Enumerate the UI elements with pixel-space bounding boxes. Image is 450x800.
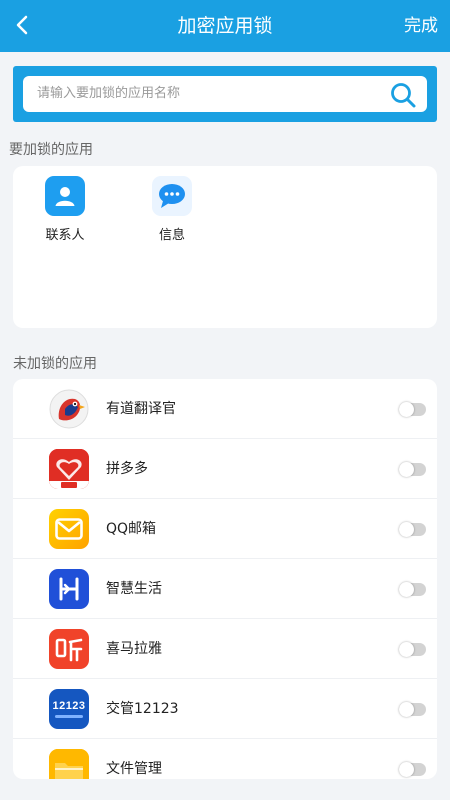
search-input[interactable]: 请输入要加锁的应用名称 bbox=[23, 76, 427, 112]
icon-stripe bbox=[55, 715, 83, 718]
messages-icon bbox=[152, 176, 192, 216]
locked-app-contacts[interactable]: 联系人 bbox=[35, 176, 95, 243]
app-row-smart-life: 智慧生活 bbox=[13, 559, 437, 619]
app-name: 联系人 bbox=[45, 228, 85, 243]
pinduoduo-icon bbox=[49, 449, 89, 489]
app-row-pinduoduo: 拼多多 bbox=[13, 439, 437, 499]
app-name: QQ邮箱 bbox=[106, 521, 157, 537]
app-row-ximalaya: 喜马拉雅 bbox=[13, 619, 437, 679]
toggle-knob bbox=[399, 522, 414, 537]
locked-app-messages[interactable]: 信息 bbox=[142, 176, 202, 243]
lock-toggle[interactable] bbox=[399, 402, 426, 417]
unlocked-apps-card: 有道翻译官 拼多多 QQ邮箱 智慧生活 喜马拉雅 12123 交管12123 文… bbox=[13, 379, 437, 779]
done-button[interactable]: 完成 bbox=[404, 0, 438, 52]
toggle-knob bbox=[399, 642, 414, 657]
app-name: 交管12123 bbox=[106, 701, 179, 717]
lock-toggle[interactable] bbox=[399, 702, 426, 717]
app-row-file-manager: 文件管理 bbox=[13, 739, 437, 779]
lock-toggle[interactable] bbox=[399, 642, 426, 657]
ximalaya-icon bbox=[49, 629, 89, 669]
app-row-qq-mail: QQ邮箱 bbox=[13, 499, 437, 559]
locked-apps-card: 联系人 信息 bbox=[13, 166, 437, 328]
lock-toggle[interactable] bbox=[399, 582, 426, 597]
unlocked-section-label: 未加锁的应用 bbox=[13, 356, 97, 372]
toggle-knob bbox=[399, 462, 414, 477]
toggle-knob bbox=[399, 402, 414, 417]
lock-toggle[interactable] bbox=[399, 462, 426, 477]
app-name: 有道翻译官 bbox=[106, 401, 176, 417]
app-row-youdao: 有道翻译官 bbox=[13, 379, 437, 439]
toggle-knob bbox=[399, 582, 414, 597]
lock-toggle[interactable] bbox=[399, 762, 426, 777]
contacts-icon bbox=[45, 176, 85, 216]
app-name: 喜马拉雅 bbox=[106, 641, 162, 657]
app-name: 智慧生活 bbox=[106, 581, 162, 597]
qq-mail-icon bbox=[49, 509, 89, 549]
locked-section-label: 要加锁的应用 bbox=[9, 142, 93, 158]
app-name: 拼多多 bbox=[106, 461, 148, 477]
search-icon[interactable] bbox=[389, 81, 417, 109]
toggle-knob bbox=[399, 702, 414, 717]
file-manager-icon bbox=[49, 749, 89, 779]
app-row-traffic-12123: 12123 交管12123 bbox=[13, 679, 437, 739]
top-bar: 加密应用锁 完成 bbox=[0, 0, 450, 52]
smart-life-icon bbox=[49, 569, 89, 609]
icon-label: 12123 bbox=[52, 700, 86, 712]
search-placeholder: 请输入要加锁的应用名称 bbox=[37, 86, 181, 101]
lock-toggle[interactable] bbox=[399, 522, 426, 537]
search-bar: 请输入要加锁的应用名称 bbox=[13, 66, 437, 122]
app-name: 信息 bbox=[158, 228, 185, 243]
traffic-12123-icon: 12123 bbox=[49, 689, 89, 729]
page-title: 加密应用锁 bbox=[177, 15, 273, 37]
toggle-knob bbox=[399, 762, 414, 777]
app-name: 文件管理 bbox=[106, 761, 162, 777]
youdao-translate-icon bbox=[49, 389, 89, 429]
